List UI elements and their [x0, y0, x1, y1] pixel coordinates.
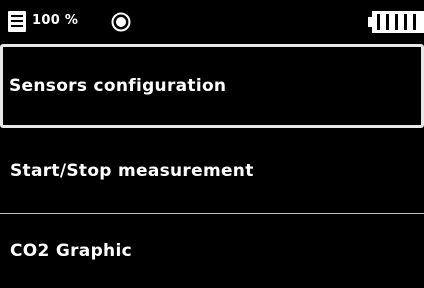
menu-item-label: CO2 Graphic [10, 241, 132, 261]
record-icon [111, 12, 131, 32]
menu-item-start-stop-measurement[interactable]: Start/Stop measurement [0, 128, 424, 214]
status-bar: 100 % [0, 0, 424, 44]
menu-item-co2-graphic[interactable]: CO2 Graphic [0, 214, 424, 288]
menu-item-label: Sensors configuration [9, 76, 227, 96]
battery-full-icon [368, 11, 424, 33]
menu-item-label: Start/Stop measurement [10, 160, 254, 181]
menu-item-sensors-configuration[interactable]: Sensors configuration [0, 44, 424, 128]
main-menu: Sensors configuration Start/Stop measure… [0, 44, 424, 288]
storage-icon [8, 11, 26, 32]
storage-percent: 100 % [32, 13, 79, 28]
